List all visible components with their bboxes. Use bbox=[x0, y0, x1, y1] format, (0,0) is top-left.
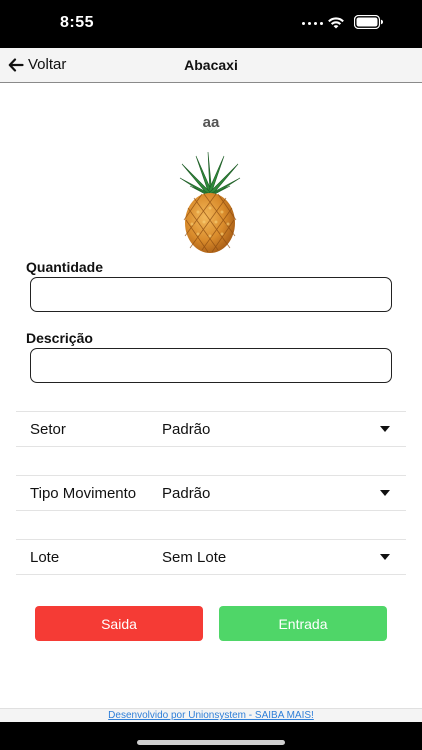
page-title: Abacaxi bbox=[184, 57, 238, 73]
description-label: Descrição bbox=[26, 330, 93, 346]
status-time: 8:55 bbox=[60, 14, 95, 31]
divider bbox=[16, 446, 406, 447]
entrada-button[interactable]: Entrada bbox=[219, 606, 387, 641]
caret-down-icon bbox=[380, 554, 390, 560]
setor-picker[interactable]: Setor Padrão bbox=[16, 412, 406, 446]
home-bar-area bbox=[0, 722, 422, 750]
footer: Desenvolvido por Unionsystem - SAIBA MAI… bbox=[0, 708, 422, 723]
pineapple-icon bbox=[179, 151, 241, 253]
quantity-input[interactable] bbox=[30, 277, 392, 312]
signal-dots-icon bbox=[302, 22, 323, 25]
footer-link[interactable]: Desenvolvido por Unionsystem - SAIBA MAI… bbox=[0, 710, 422, 721]
saida-button[interactable]: Saida bbox=[35, 606, 203, 641]
caret-down-icon bbox=[380, 426, 390, 432]
home-indicator[interactable] bbox=[137, 740, 285, 745]
picker-value: Sem Lote bbox=[162, 549, 227, 566]
product-code: aa bbox=[202, 114, 220, 131]
caret-down-icon bbox=[380, 490, 390, 496]
divider bbox=[16, 574, 406, 575]
picker-label: Lote bbox=[30, 549, 60, 566]
nav-header: Voltar Abacaxi bbox=[0, 48, 422, 83]
quantity-label: Quantidade bbox=[26, 259, 104, 275]
wifi-icon bbox=[328, 17, 344, 29]
picker-value: Padrão bbox=[162, 485, 211, 502]
description-input[interactable] bbox=[30, 348, 392, 383]
status-bar: 8:55 bbox=[0, 0, 422, 48]
lote-picker[interactable]: Lote Sem Lote bbox=[16, 540, 406, 574]
divider bbox=[16, 510, 406, 511]
battery-icon bbox=[354, 15, 383, 29]
picker-value: Padrão bbox=[162, 421, 211, 438]
tipo-movimento-picker[interactable]: Tipo Movimento Padrão bbox=[16, 476, 406, 510]
picker-label: Setor bbox=[30, 421, 66, 438]
picker-label: Tipo Movimento bbox=[30, 485, 137, 502]
